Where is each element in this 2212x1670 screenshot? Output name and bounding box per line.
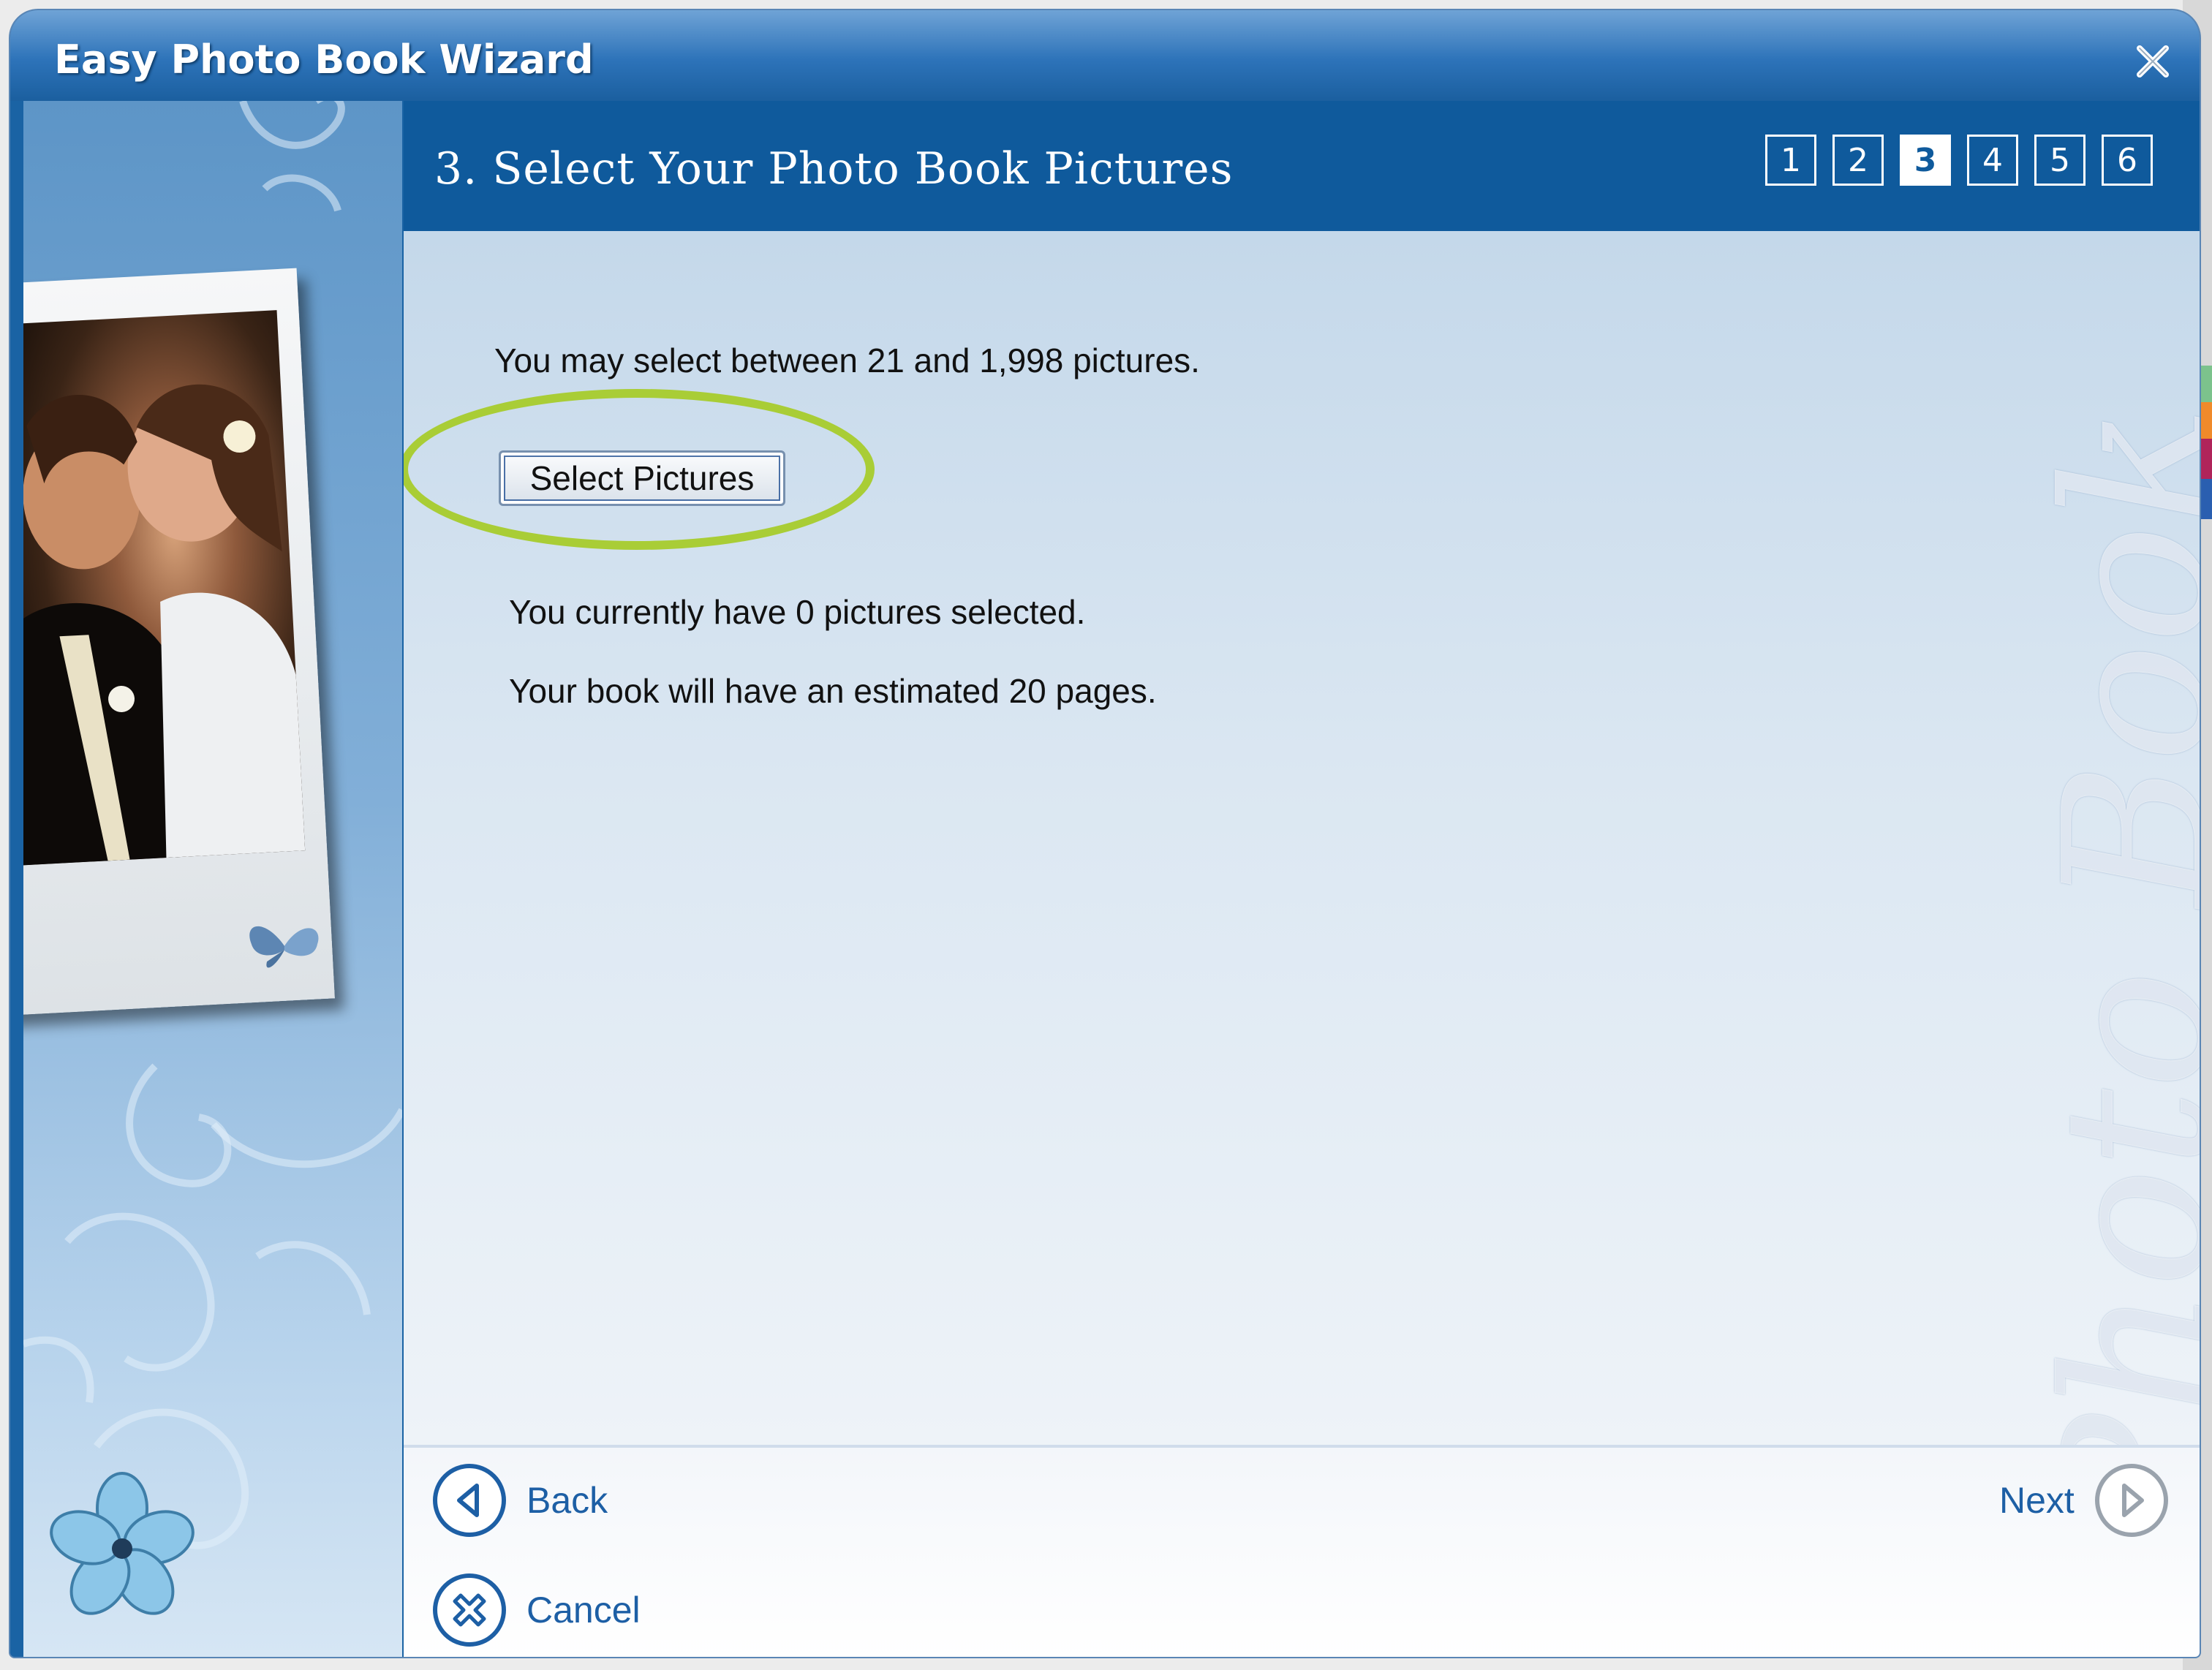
couple-silhouette-icon <box>23 384 306 866</box>
flower-icon <box>50 1472 195 1615</box>
cancel-button[interactable]: Cancel <box>433 1573 641 1647</box>
wedding-photo <box>23 310 306 866</box>
wizard-window: Easy Photo Book Wizard 3. Select Your Ph… <box>10 10 2200 1657</box>
main-content: Photo Book You may select between 21 and… <box>404 231 2200 1445</box>
next-arrow-icon <box>2094 1464 2168 1537</box>
step-5[interactable]: 5 <box>2034 135 2085 186</box>
close-button[interactable] <box>2131 39 2175 83</box>
selection-range-text: You may select between 21 and 1,998 pict… <box>494 341 1200 379</box>
step-4[interactable]: 4 <box>1967 135 2018 186</box>
select-pictures-button[interactable]: Select Pictures <box>499 450 785 506</box>
butterfly-icon <box>249 926 319 968</box>
title-bar: Easy Photo Book Wizard <box>10 10 2200 101</box>
estimated-pages-text: Your book will have an estimated 20 page… <box>509 672 1157 710</box>
next-button[interactable]: Next <box>1999 1464 2168 1537</box>
step-2[interactable]: 2 <box>1832 135 1884 186</box>
back-button[interactable]: Back <box>433 1464 608 1537</box>
cancel-label: Cancel <box>526 1590 641 1631</box>
cancel-x-icon <box>433 1573 506 1647</box>
back-arrow-icon <box>433 1464 506 1537</box>
step-indicator: 1 2 3 4 5 6 <box>1765 135 2153 186</box>
step-3-current[interactable]: 3 <box>1900 135 1951 186</box>
step-header: 3. Select Your Photo Book Pictures 1 2 3… <box>404 101 2200 231</box>
step-6[interactable]: 6 <box>2102 135 2153 186</box>
back-label: Back <box>526 1480 608 1521</box>
photo-book-watermark: Photo Book <box>2021 404 2200 1445</box>
step-title: 3. Select Your Photo Book Pictures <box>434 143 1234 194</box>
window-title: Easy Photo Book Wizard <box>54 37 594 83</box>
wizard-footer: Back Cancel Next <box>404 1445 2200 1657</box>
step-1[interactable]: 1 <box>1765 135 1816 186</box>
next-label: Next <box>1999 1480 2075 1521</box>
wedding-photo-frame <box>23 268 335 1016</box>
decorative-side-panel <box>23 101 402 1657</box>
selected-count-text: You currently have 0 pictures selected. <box>509 593 1086 631</box>
close-icon <box>2137 45 2169 78</box>
